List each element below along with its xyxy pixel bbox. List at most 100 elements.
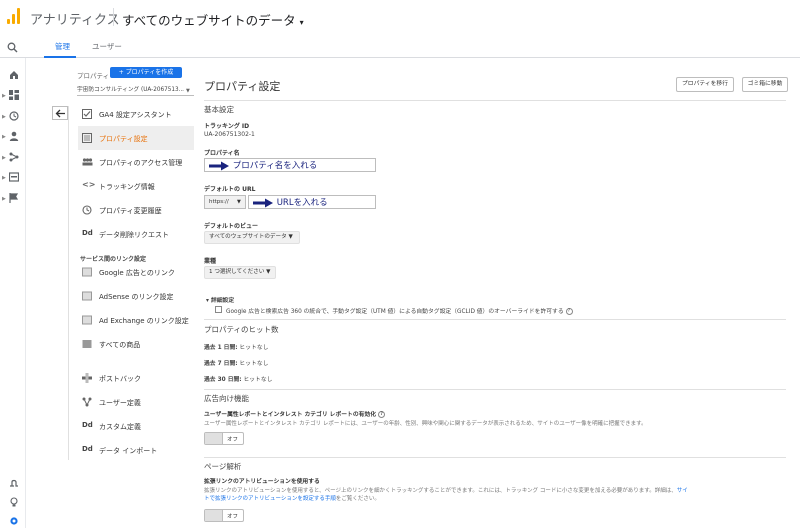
nav-item-label: データ インポート — [99, 447, 158, 455]
nav-item-ga4-setup[interactable]: GA4 設定アシスタント — [78, 102, 194, 126]
enhanced-link-description: 拡張リンクのアトリビューションを使用すると、ページ上のリンクを細かくトラッキング… — [204, 486, 688, 494]
move-property-button[interactable]: プロパティを移行 — [676, 77, 734, 92]
url-protocol-value: https:// — [209, 199, 229, 205]
default-url-label: デフォルトの URL — [204, 186, 256, 193]
nav-item-label: Google 広告とのリンク — [99, 269, 175, 277]
nav-item-google-ads-link[interactable]: Google 広告とのリンク — [78, 260, 194, 284]
help-icon[interactable]: ? — [378, 411, 386, 418]
property-name-annotation: プロパティ名を入れる — [208, 159, 317, 171]
analytics-logo[interactable] — [7, 8, 21, 24]
tab-user[interactable]: ユーザー — [92, 41, 122, 52]
nav-item-label: AdSense のリンク設定 — [99, 293, 174, 301]
google-ads-icon — [82, 267, 92, 277]
url-note: URLを入れる — [276, 198, 328, 208]
default-view-select[interactable]: すべてのウェブサイトのデータ ▼ — [204, 231, 300, 244]
property-select[interactable]: 宇宙防コンサルティング (UA-2067513... — [77, 84, 194, 96]
nav-item-property-access[interactable]: プロパティのアクセス管理 — [78, 150, 194, 174]
nav-item-label: Ad Exchange のリンク設定 — [99, 317, 189, 325]
help-icon[interactable]: ? — [565, 308, 573, 315]
hits-value: ヒットなし — [239, 361, 269, 367]
enhanced-link-toggle[interactable]: オフ — [204, 509, 244, 522]
demographics-label: ユーザー属性レポートとインタレスト カテゴリ レポートの有効化 — [204, 412, 377, 418]
hits-heading: プロパティのヒット数 — [204, 325, 279, 334]
search-icon[interactable] — [7, 42, 18, 55]
dashboard-icon[interactable] — [9, 90, 19, 100]
nav-item-label: プロパティ設定 — [99, 135, 148, 143]
person-icon[interactable] — [9, 131, 19, 141]
back-button[interactable] — [52, 106, 68, 120]
chevron-down-icon: ▾ — [206, 298, 209, 304]
basic-settings-heading: 基本設定 — [204, 105, 234, 114]
gear-icon[interactable] — [9, 516, 19, 526]
nav-item-user-defined[interactable]: ユーザー定義 — [78, 390, 194, 414]
enhanced-link-description-2: トで拡張リンクのアトリビューションを設定する手順をご覧ください。 — [204, 494, 380, 502]
enhanced-link-help-link[interactable]: トで拡張リンクのアトリビューションを設定する手順 — [204, 496, 336, 502]
dd-icon: Dd — [82, 445, 93, 453]
home-icon[interactable] — [9, 70, 19, 80]
nav-item-data-deletion[interactable]: Dd データ削除リクエスト — [78, 222, 194, 246]
behavior-icon[interactable] — [8, 172, 20, 182]
nav-item-label: ポストバック — [99, 375, 141, 383]
clock-icon[interactable] — [9, 111, 19, 121]
advanced-checkbox-label: Google 広告と検索広告 360 の統合で、手動タグ設定（UTM 値）による… — [226, 309, 564, 315]
create-property-button[interactable]: + プロパティを作成 — [110, 67, 182, 78]
enhanced-link-help-link[interactable]: サイ — [677, 488, 688, 494]
url-protocol-select[interactable]: https:// ▼ — [204, 195, 246, 209]
nav-item-data-import[interactable]: Dd データ インポート — [78, 438, 194, 462]
checkbox-icon — [82, 109, 92, 119]
nav-item-postback[interactable]: ポストバック — [78, 366, 194, 390]
divider — [204, 100, 786, 101]
demographics-row: ユーザー属性レポートとインタレスト カテゴリ レポートの有効化 ? — [204, 409, 386, 418]
nav-item-label: GA4 設定アシスタント — [99, 111, 172, 119]
move-to-trash-button[interactable]: ゴミ箱に移動 — [742, 77, 788, 92]
view-selector-label: すべてのウェブサイトのデータ — [122, 13, 296, 28]
nav-item-all-products[interactable]: すべての商品 — [78, 332, 194, 356]
active-tab-indicator — [44, 56, 76, 58]
nav-item-adsense-link[interactable]: AdSense のリンク設定 — [78, 284, 194, 308]
tab-admin[interactable]: 管理 — [55, 41, 70, 52]
chevron-down-icon: ▼ — [186, 88, 190, 94]
default-view-value: すべてのウェブサイトのデータ — [209, 234, 287, 240]
arrow-right-icon — [209, 161, 229, 170]
nav-item-label: データ削除リクエスト — [99, 231, 169, 239]
chevron-down-icon: ▼ — [237, 199, 241, 205]
advanced-settings-label: 詳細設定 — [210, 298, 235, 304]
demographics-toggle[interactable]: オフ — [204, 432, 244, 445]
user-defined-icon — [82, 397, 92, 407]
view-selector[interactable]: すべてのウェブサイトのデータ ▾ — [122, 10, 304, 29]
arrow-left-icon — [55, 109, 65, 118]
dd-icon: Dd — [82, 229, 93, 237]
lightbulb-icon[interactable] — [9, 497, 19, 507]
enhanced-link-label: 拡張リンクのアトリビューションを使用する — [204, 479, 320, 485]
hits-period: 過去 1 日間: — [204, 345, 238, 351]
advanced-checkbox[interactable] — [215, 306, 222, 313]
acquisition-icon[interactable] — [9, 152, 19, 162]
enhanced-link-desc-end: をご覧ください。 — [335, 496, 380, 502]
flag-icon[interactable] — [9, 193, 19, 203]
app-title: アナリティクス — [30, 13, 120, 28]
chevron-down-icon: ▼ — [288, 234, 293, 240]
industry-value: 1 つ選択してください — [209, 269, 265, 275]
toggle-knob — [205, 433, 223, 444]
industry-select[interactable]: 1 つ選択してください ▼ — [204, 266, 276, 279]
expand-arrow-icon: ▶ — [2, 114, 6, 120]
nav-item-custom-definitions[interactable]: Dd カスタム定義 — [78, 414, 194, 438]
code-icon: <> — [82, 180, 96, 189]
advanced-settings-toggle[interactable]: ▾ 詳細設定 — [206, 295, 234, 304]
header-divider — [113, 8, 114, 26]
nav-item-ad-exchange-link[interactable]: Ad Exchange のリンク設定 — [78, 308, 194, 332]
divider — [204, 457, 786, 458]
dd-icon: Dd — [82, 421, 93, 429]
nav-item-property-settings[interactable]: プロパティ設定 — [78, 126, 194, 150]
nav-item-change-history[interactable]: プロパティ変更履歴 — [78, 198, 194, 222]
attribution-icon[interactable] — [9, 478, 19, 488]
arrow-right-icon — [253, 198, 273, 207]
property-name-note: プロパティ名を入れる — [232, 161, 318, 171]
nav-item-tracking-info[interactable]: <> トラッキング情報 — [78, 174, 194, 198]
nav-item-label: プロパティのアクセス管理 — [99, 159, 183, 167]
hits-row: 過去 1 日間: ヒットなし — [204, 342, 268, 351]
nav-divider — [68, 106, 69, 460]
industry-label: 業種 — [204, 258, 217, 265]
property-column-label: プロパティ — [77, 72, 110, 80]
nav-item-label: プロパティ変更履歴 — [99, 207, 162, 215]
